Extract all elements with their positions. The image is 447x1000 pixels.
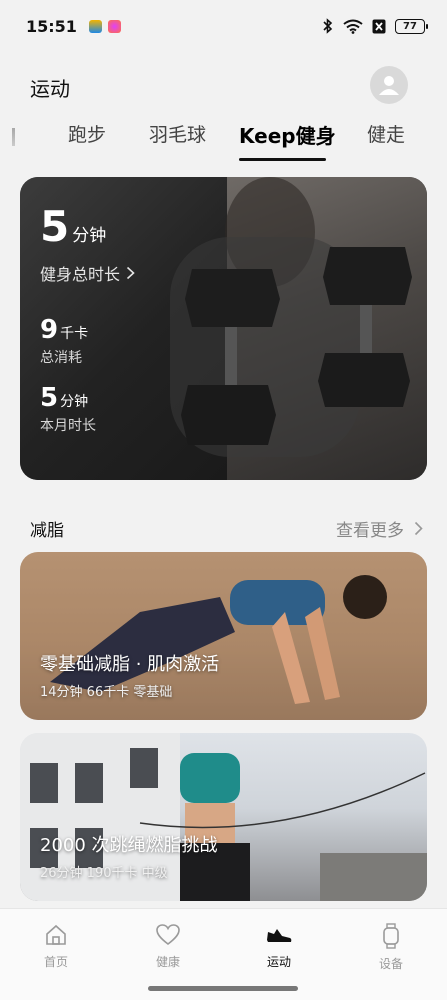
section-title: 减脂 (30, 521, 64, 541)
total-duration-link[interactable]: 健身总时长 (40, 261, 135, 285)
total-duration: 5 分钟 (40, 203, 135, 251)
fitness-summary-card[interactable]: 5 分钟 健身总时长 9 千卡 总消耗 5 分钟 本月时长 (20, 177, 427, 480)
status-notifications (88, 19, 121, 33)
nav-sports-label: 运动 (266, 955, 291, 969)
workout-card[interactable]: 零基础减脂 · 肌肉激活 14分钟 66千卡 零基础 (20, 552, 427, 720)
user-icon (379, 76, 399, 95)
nav-devices[interactable]: 设备 (356, 923, 426, 972)
bluetooth-icon (323, 18, 333, 34)
month-duration-value: 5 (40, 383, 59, 413)
tab-keep-fitness[interactable]: Keep健身 (239, 120, 336, 149)
home-icon (46, 924, 66, 945)
nav-sports[interactable]: 运动 (244, 923, 314, 970)
sport-tabs: 跑步 羽毛球 Keep健身 健走 (0, 112, 447, 164)
watch-icon (383, 923, 399, 949)
total-duration-label: 健身总时长 (40, 265, 121, 284)
home-indicator[interactable] (148, 986, 298, 991)
notification-app-icon (107, 19, 121, 33)
notification-app-icon (88, 19, 102, 33)
month-duration-stat: 5 分钟 本月时长 (40, 383, 135, 435)
status-time: 15:51 (26, 16, 77, 36)
section-header-fat-loss: 减脂 查看更多 (0, 510, 447, 544)
workout-subtitle: 14分钟 66千卡 零基础 (40, 685, 173, 700)
nav-health-label: 健康 (155, 955, 180, 969)
wifi-icon (343, 19, 363, 34)
hero-stats: 5 分钟 健身总时长 9 千卡 总消耗 5 分钟 本月时长 (40, 203, 135, 435)
workout-card[interactable]: 2000 次跳绳燃脂挑战 26分钟 190千卡 中级 (20, 733, 427, 901)
workout-subtitle: 26分钟 190千卡 中级 (40, 866, 168, 881)
tab-badminton[interactable]: 羽毛球 (149, 120, 206, 147)
month-duration-label: 本月时长 (40, 418, 96, 434)
month-duration-unit: 分钟 (60, 394, 89, 410)
see-more-label: 查看更多 (336, 521, 404, 541)
chevron-right-icon (126, 266, 135, 280)
chevron-right-icon (414, 521, 423, 536)
calories-value: 9 (40, 315, 59, 345)
workout-title: 零基础减脂 · 肌肉激活 (40, 654, 220, 675)
sneaker-icon (267, 929, 292, 942)
avatar[interactable] (370, 66, 408, 104)
heart-icon (156, 924, 180, 946)
calories-stat: 9 千卡 总消耗 (40, 315, 135, 367)
total-duration-unit: 分钟 (72, 226, 107, 246)
battery-level: 77 (403, 20, 417, 32)
total-duration-value: 5 (40, 202, 70, 251)
tab-walking[interactable]: 健走 (367, 120, 405, 147)
battery-icon: 77 (395, 18, 428, 34)
nav-home[interactable]: 首页 (21, 923, 91, 970)
page-title: 运动 (30, 77, 70, 101)
nav-home-label: 首页 (43, 955, 68, 969)
see-more-link[interactable]: 查看更多 (336, 516, 423, 541)
calories-unit: 千卡 (60, 326, 89, 342)
no-sim-icon (372, 19, 386, 33)
workout-title: 2000 次跳绳燃脂挑战 (40, 835, 218, 856)
nav-devices-label: 设备 (378, 957, 403, 971)
active-tab-indicator (239, 158, 326, 161)
status-bar: 15:51 77 (0, 0, 447, 52)
calories-label: 总消耗 (40, 350, 82, 366)
header: 运动 (0, 64, 447, 108)
tab-scroll-edge (12, 128, 15, 146)
tab-running[interactable]: 跑步 (68, 120, 106, 147)
nav-health[interactable]: 健康 (133, 923, 203, 970)
